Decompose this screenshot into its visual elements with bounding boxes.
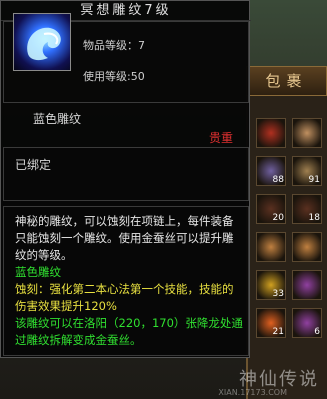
scroll-icon[interactable] xyxy=(292,118,322,148)
slot-count: 88 xyxy=(272,175,284,185)
item-description: 神秘的雕纹，可以蚀刻在项链上，每件装备只能蚀刻一个雕纹。使用金蚕丝可以提升雕纹的… xyxy=(15,213,243,349)
coffin-icon[interactable]: 18 xyxy=(292,194,322,224)
effect-line: 蚀刻：强化第二本心法第一个技能，技能的伤害效果提升120% xyxy=(15,282,234,313)
watermark-url: XIAN.17173.COM xyxy=(218,388,287,397)
use-level: 使用等级:50 xyxy=(83,70,145,83)
gem-icon[interactable] xyxy=(292,270,322,300)
inventory-title: 包裹 xyxy=(246,66,327,96)
item-level: 物品等级：7 xyxy=(83,39,145,52)
scroll-bundle-icon[interactable]: 91 xyxy=(292,156,322,186)
blue-spiral-glyph-icon xyxy=(13,13,71,71)
slot-count: 6 xyxy=(314,327,320,337)
gem-icon[interactable]: 6 xyxy=(292,308,322,338)
slot-count: 91 xyxy=(308,175,320,185)
description-text: 神秘的雕纹，可以蚀刻在项链上，每件装备只能蚀刻一个雕纹。使用金蚕丝可以提升雕纹的… xyxy=(15,214,234,262)
source-line: 该雕纹可以在洛阳（220，170）张降龙处通过雕纹拆解变成金蚕丝。 xyxy=(15,316,243,347)
slot-count: 21 xyxy=(272,327,284,337)
slot-count: 18 xyxy=(308,213,320,223)
fire-orb-icon[interactable]: 21 xyxy=(256,308,286,338)
binding-status: 已绑定 xyxy=(15,158,52,172)
gold-ingot-icon[interactable]: 33 xyxy=(256,270,286,300)
slot-count: 20 xyxy=(272,213,284,223)
coffin-icon[interactable]: 20 xyxy=(256,194,286,224)
food-bowl-icon[interactable] xyxy=(292,232,322,262)
food-bowl-icon[interactable] xyxy=(256,232,286,262)
slot-count: 33 xyxy=(272,289,284,299)
red-potion-icon[interactable] xyxy=(256,118,286,148)
bead-icon[interactable]: 88 xyxy=(256,156,286,186)
type-line: 蓝色雕纹 xyxy=(15,265,61,279)
rarity-label: 贵重 xyxy=(208,131,233,145)
item-tooltip: 冥想雕纹7级 物品等级：7 使用等级:50 蓝色雕纹 贵重 已绑定 神秘的雕纹，… xyxy=(0,0,251,358)
item-name: 蓝色雕纹 xyxy=(33,112,82,126)
